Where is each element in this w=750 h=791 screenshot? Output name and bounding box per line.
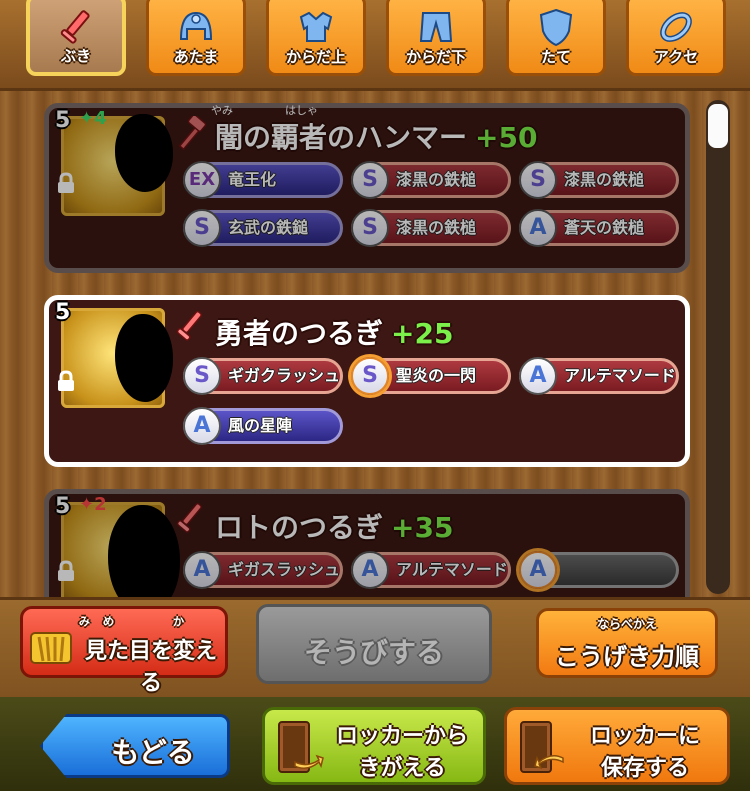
hammer-icon — [178, 116, 207, 151]
locker-swap-line1: ロッカーから — [335, 724, 468, 749]
armor-top-icon — [299, 11, 333, 42]
locker-save-line1: ロッカーに — [589, 724, 700, 749]
sword-icon — [176, 310, 202, 341]
weapon-level: 5 — [55, 494, 71, 519]
back-button[interactable]: もどる — [40, 714, 230, 778]
locker-icon — [520, 721, 564, 773]
skill-chip: S 漆黒の鉄槌 — [351, 209, 511, 247]
tab-label: ぶき — [60, 47, 91, 65]
ruby-text: め — [103, 615, 114, 628]
lock-icon — [58, 560, 74, 581]
star-rank: ✦2 — [79, 494, 107, 515]
locker-icon — [278, 721, 324, 773]
weapon-card-selected[interactable]: 5 勇者のつるぎ +25 S ギガクラッシュ S 聖炎の一閃 A アルテマソード A 風の… — [44, 295, 690, 467]
weapon-plus: +25 — [391, 317, 454, 350]
redacted-overlay — [115, 314, 173, 402]
tab-accessory[interactable]: アクセ — [626, 0, 726, 76]
skill-chip: A ギガスラッシュ — [183, 551, 343, 589]
skill-chip: S 玄武の鉄鎚 — [183, 209, 343, 247]
ruby-text: か — [173, 615, 184, 628]
back-label: もどる — [111, 736, 195, 769]
change-appearance-button[interactable]: み め か 見た目を変える — [20, 606, 228, 696]
locker-save-button[interactable]: ロッカーに 保存する — [504, 707, 730, 785]
locker-swap-line2: きがえる — [358, 756, 446, 781]
weapon-level: 5 — [55, 108, 71, 133]
sword-icon — [60, 10, 90, 44]
skill-chip: A 蒼天の鉄槌 — [519, 209, 679, 247]
wardrobe-icon — [30, 632, 72, 664]
locker-save-line2: 保存する — [600, 756, 689, 781]
scrollbar-track[interactable] — [706, 100, 730, 594]
equip-button-disabled[interactable]: そうびする — [256, 604, 492, 684]
tab-shield[interactable]: たて — [506, 0, 606, 76]
weapon-card[interactable]: 5 ✦4 やみ はしゃ 闇の覇者のハンマー +50 EX 竜王化 S 漆黒の鉄槌 S漆… — [44, 103, 690, 273]
sort-button[interactable]: ならべかえ こうげき力順 — [536, 608, 718, 678]
weapon-list[interactable]: 5 ✦4 やみ はしゃ 闇の覇者のハンマー +50 EX 竜王化 S 漆黒の鉄槌 S漆… — [0, 91, 750, 597]
redacted-overlay — [115, 114, 173, 192]
tab-body-upper[interactable]: からだ上 — [266, 0, 366, 76]
ruby-text: み — [79, 615, 100, 628]
skill-chip: A 風の星陣 — [183, 407, 343, 445]
lock-icon — [58, 370, 74, 391]
scrollbar-thumb[interactable] — [708, 104, 728, 148]
tab-label: からだ上 — [285, 48, 346, 66]
star-rank: ✦4 — [79, 108, 107, 129]
equipment-category-tabs: ぶき あたま からだ上 からだ下 たて アクセ — [0, 0, 750, 91]
skill-chip: EX 竜王化 — [183, 161, 343, 199]
skill-chip: S 漆黒の鉄槌 — [351, 161, 511, 199]
skill-chip: S ギガクラッシュ — [183, 357, 343, 395]
ruby-text: ならべかえ — [596, 617, 657, 631]
armor-bottom-icon — [419, 12, 453, 42]
tab-head[interactable]: あたま — [146, 0, 246, 76]
skill-chip: S 漆黒の鉄槌 — [519, 161, 679, 199]
weapon-name: ロトのつるぎ +35 — [215, 511, 454, 544]
sort-label: こうげき力順 — [555, 643, 699, 671]
tab-weapon[interactable]: ぶき — [26, 0, 126, 76]
tab-label: たて — [540, 48, 571, 66]
weapon-plus: +50 — [475, 121, 538, 154]
skill-chip: A アルテマソード — [519, 357, 679, 395]
weapon-plus: +35 — [391, 511, 454, 544]
change-appearance-label: 見た目を変える — [84, 639, 217, 696]
helmet-icon — [179, 11, 213, 40]
locker-swap-button[interactable]: ロッカーから きがえる — [262, 707, 486, 785]
lock-icon — [58, 172, 74, 193]
shield-icon — [539, 8, 573, 47]
tab-label: あたま — [173, 48, 219, 66]
weapon-level: 5 — [55, 300, 71, 325]
tab-body-lower[interactable]: からだ下 — [386, 0, 486, 76]
skill-chip: A アルテマソード — [351, 551, 511, 589]
tab-label: アクセ — [653, 48, 699, 66]
equip-label: そうびする — [303, 636, 444, 669]
weapon-name: 闇の覇者のハンマー +50 — [215, 121, 538, 154]
sword-icon — [176, 502, 202, 533]
weapon-name: 勇者のつるぎ +25 — [215, 317, 454, 350]
tab-label: からだ下 — [405, 48, 466, 66]
skill-chip: S 聖炎の一閃 — [351, 357, 511, 395]
skill-chip-empty: A — [519, 551, 679, 589]
accessory-icon — [660, 12, 692, 42]
